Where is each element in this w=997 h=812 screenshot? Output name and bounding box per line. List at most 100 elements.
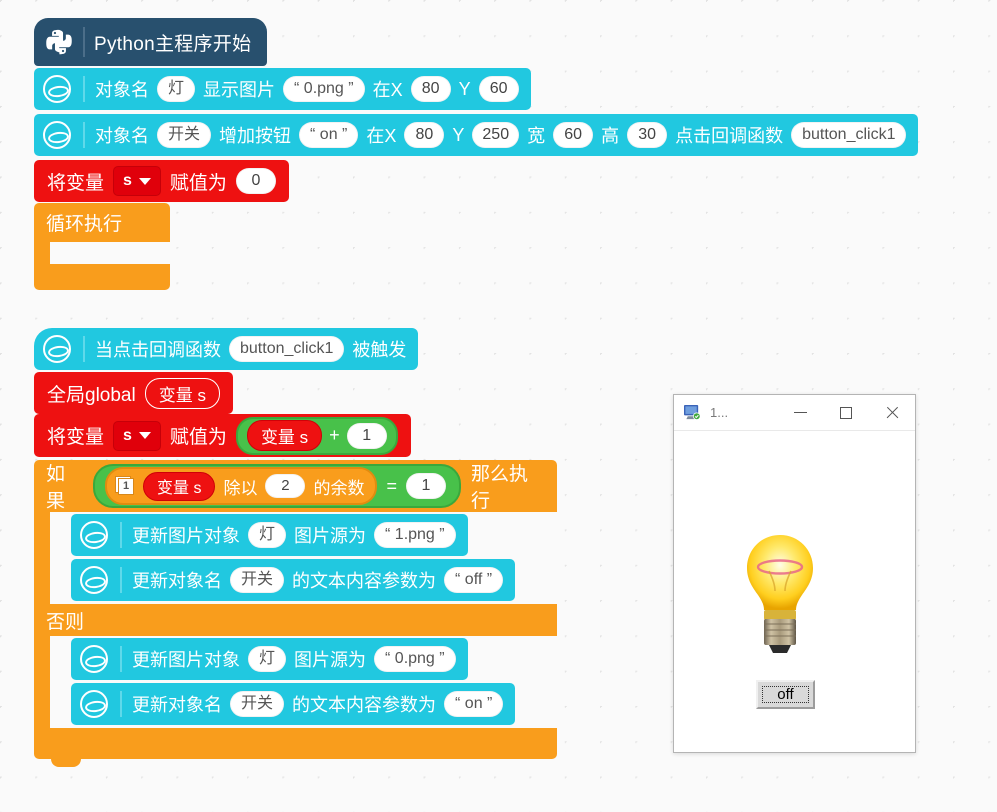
field-callback-name[interactable]: button_click1	[791, 122, 907, 148]
gui-object-icon	[43, 121, 71, 149]
label-add-button: 增加按钮	[219, 126, 292, 146]
operator-modulo-block[interactable]: 1 变量 s 除以 2 的余数	[105, 467, 378, 505]
label-object-name: 对象名	[95, 80, 149, 100]
operand-number-field[interactable]: 1	[346, 422, 387, 449]
label-text-content-param: 的文本内容参数为	[292, 571, 437, 591]
main-program-hat-label: Python主程序开始	[94, 33, 252, 55]
field-image-object-name[interactable]: 灯	[248, 522, 287, 548]
field-callback-function[interactable]: button_click1	[229, 336, 345, 362]
block-global-declaration[interactable]: 全局global 变量 s	[34, 372, 233, 414]
condition-equals-block[interactable]: 1 变量 s 除以 2 的余数 = 1	[93, 464, 461, 508]
operand-variable-label: 变量 s	[157, 480, 202, 497]
toggle-button-label: off	[762, 686, 809, 703]
block-update-text-0[interactable]: 更新对象名 开关 的文本内容参数为 “ on ”	[71, 683, 516, 725]
icon-separator	[83, 76, 85, 102]
operand-variable-s[interactable]: 变量 s	[143, 471, 216, 501]
if-else-body: 更新图片对象 灯 图片源为 “ 0.png ” 更新对象名 开关 的文本内容参数…	[34, 636, 557, 728]
dropdown-variable-value: s	[123, 172, 132, 189]
label-click-callback: 点击回调函数	[675, 126, 784, 146]
label-global: 全局global	[47, 384, 136, 406]
field-image-source-value[interactable]: “ 1.png ”	[374, 522, 456, 548]
close-button[interactable]	[869, 396, 915, 430]
if-header: 如果 1 变量 s 除以 2 的余数 = 1 那么执行	[34, 460, 557, 512]
field-width[interactable]: 60	[553, 122, 594, 148]
block-update-image-0[interactable]: 更新图片对象 灯 图片源为 “ 0.png ”	[71, 638, 468, 680]
field-button-text[interactable]: “ on ”	[299, 122, 359, 148]
window-title-text: 1...	[710, 405, 729, 420]
field-image-object-name[interactable]: 灯	[248, 646, 287, 672]
dropdown-variable-s[interactable]: s	[113, 166, 161, 196]
block-set-variable-s[interactable]: 将变量 s 赋值为 0	[34, 160, 289, 202]
app-window[interactable]: 1... off	[673, 394, 916, 753]
field-variable-value[interactable]: 0	[235, 168, 276, 194]
label-if: 如果	[46, 464, 66, 512]
block-add-button[interactable]: 对象名 开关 增加按钮 “ on ” 在X 80 Y 250 宽 60 高 30…	[34, 114, 919, 156]
label-remainder: 的余数	[313, 478, 365, 498]
else-left-column	[34, 636, 50, 728]
main-program-hat[interactable]: Python主程序开始	[34, 18, 268, 66]
field-y[interactable]: 250	[472, 122, 520, 148]
field-compare-value[interactable]: 1	[405, 473, 446, 499]
window-title-bar[interactable]: 1...	[674, 395, 915, 431]
label-update-object-name: 更新对象名	[132, 695, 222, 715]
if-footer	[34, 728, 557, 767]
callback-hat-block[interactable]: 当点击回调函数 button_click1 被触发	[34, 328, 419, 370]
field-height[interactable]: 30	[627, 122, 668, 148]
operator-addition-block[interactable]: 变量 s + 1	[235, 416, 398, 455]
chevron-down-icon	[138, 177, 151, 185]
maximize-button[interactable]	[823, 396, 869, 430]
else-header: 否则	[34, 604, 557, 636]
block-show-image[interactable]: 对象名 灯 显示图片 “ 0.png ” 在X 80 Y 60	[34, 68, 531, 110]
operand-variable-s[interactable]: 变量 s	[246, 420, 323, 451]
if-then-slot[interactable]: 更新图片对象 灯 图片源为 “ 1.png ” 更新对象名 开关 的文本内容参数…	[50, 512, 557, 604]
icon-separator	[120, 522, 122, 548]
field-image-file[interactable]: “ 0.png ”	[283, 76, 365, 102]
block-update-image-1[interactable]: 更新图片对象 灯 图片源为 “ 1.png ”	[71, 514, 468, 556]
field-text-content-value[interactable]: “ on ”	[444, 691, 504, 717]
if-left-column	[34, 512, 50, 604]
close-icon	[885, 406, 899, 420]
field-image-source-value[interactable]: “ 0.png ”	[374, 646, 456, 672]
if-bottom-notch	[51, 759, 81, 767]
field-object-name[interactable]: 开关	[157, 122, 212, 148]
toggle-button[interactable]: off	[756, 680, 815, 709]
label-image-source: 图片源为	[294, 526, 367, 546]
field-x[interactable]: 80	[404, 122, 445, 148]
monitor-app-icon	[683, 404, 702, 421]
dropdown-variable-s[interactable]: s	[113, 420, 161, 451]
label-assign-to: 赋值为	[169, 427, 227, 448]
field-x[interactable]: 80	[410, 76, 451, 102]
block-loop-forever[interactable]: 循环执行	[34, 203, 170, 290]
field-global-variable[interactable]: 变量 s	[144, 377, 220, 409]
field-text-content-value[interactable]: “ off ”	[444, 567, 504, 593]
operator-plus-symbol: +	[329, 425, 340, 445]
blocks-canvas[interactable]: Python主程序开始 对象名 灯 显示图片 “ 0.png ” 在X 80 Y…	[0, 0, 997, 812]
minimize-button[interactable]	[777, 396, 823, 430]
label-else: 否则	[46, 611, 85, 633]
icon-separator	[83, 122, 85, 148]
label-show-image: 显示图片	[203, 80, 276, 100]
field-object-name[interactable]: 灯	[157, 76, 196, 102]
loop-slot-notch	[51, 242, 81, 249]
block-set-variable-increment[interactable]: 将变量 s 赋值为 变量 s + 1	[34, 414, 411, 457]
maximize-icon	[840, 406, 852, 419]
chevron-down-icon	[138, 432, 151, 439]
lightbulb-on-image	[736, 531, 824, 656]
block-update-text-1[interactable]: 更新对象名 开关 的文本内容参数为 “ off ”	[71, 559, 516, 601]
gui-object-icon	[80, 521, 108, 549]
icon-separator	[83, 336, 85, 362]
loop-footer	[34, 242, 170, 290]
field-text-object-name[interactable]: 开关	[230, 691, 285, 717]
label-assign-to: 赋值为	[169, 172, 227, 194]
field-text-object-name[interactable]: 开关	[230, 567, 285, 593]
field-modulo-divisor[interactable]: 2	[265, 474, 306, 498]
comparator-equals-symbol: =	[386, 475, 397, 496]
gui-object-icon	[43, 335, 71, 363]
loop-left-column	[34, 242, 50, 264]
block-if-else[interactable]: 如果 1 变量 s 除以 2 的余数 = 1 那么执行 更新图片对象 灯 图片源…	[34, 460, 557, 767]
label-x: 在X	[366, 126, 397, 146]
label-text-content-param: 的文本内容参数为	[292, 695, 437, 715]
field-y[interactable]: 60	[478, 76, 519, 102]
global-variable-label: 变量 s	[158, 385, 206, 405]
if-else-slot[interactable]: 更新图片对象 灯 图片源为 “ 0.png ” 更新对象名 开关 的文本内容参数…	[50, 636, 557, 728]
